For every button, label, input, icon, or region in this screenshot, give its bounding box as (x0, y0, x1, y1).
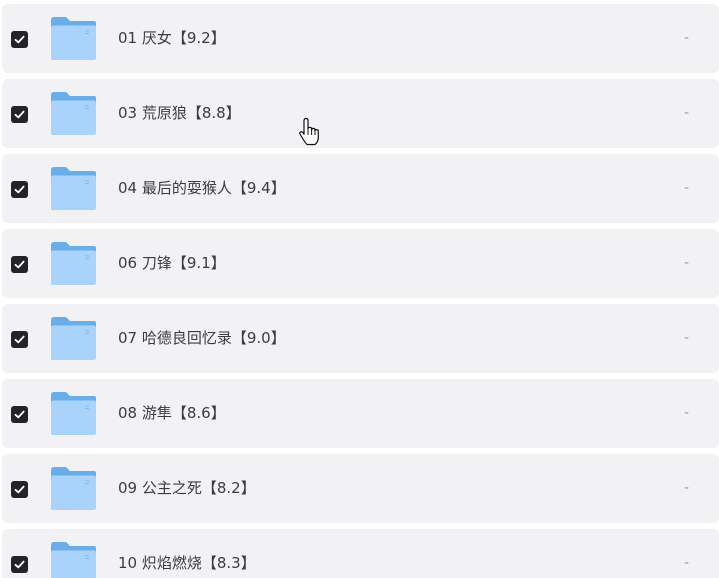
list-item[interactable]: 06 刀锋【9.1】 - (2, 229, 719, 298)
file-name[interactable]: 09 公主之死【8.2】 (118, 478, 256, 498)
file-size: - (683, 180, 689, 196)
list-item[interactable]: 07 哈德良回忆录【9.0】 - (2, 304, 719, 373)
checkmark-icon (14, 110, 25, 119)
file-size: - (683, 330, 689, 346)
hand-pointer-icon (299, 117, 319, 146)
checkbox[interactable] (11, 181, 28, 198)
checkbox[interactable] (11, 256, 28, 273)
list-item[interactable]: 04 最后的耍猴人【9.4】 - (2, 154, 719, 223)
file-size: - (683, 555, 689, 571)
folder-icon (51, 392, 96, 435)
list-item[interactable]: 08 游隼【8.6】 - (2, 379, 719, 448)
checkmark-icon (14, 185, 25, 194)
list-item[interactable]: 03 荒原狼【8.8】 - (2, 79, 719, 148)
folder-icon (51, 92, 96, 135)
file-name[interactable]: 04 最后的耍猴人【9.4】 (118, 178, 286, 198)
checkmark-icon (14, 560, 25, 569)
checkmark-icon (14, 35, 25, 44)
checkbox[interactable] (11, 481, 28, 498)
folder-icon (51, 17, 96, 60)
checkmark-icon (14, 335, 25, 344)
file-name[interactable]: 01 厌女【9.2】 (118, 28, 226, 48)
file-size: - (683, 480, 689, 496)
list-item[interactable]: 10 炽焰燃烧【8.3】 - (2, 529, 719, 578)
list-item[interactable]: 09 公主之死【8.2】 - (2, 454, 719, 523)
folder-icon (51, 242, 96, 285)
checkmark-icon (14, 485, 25, 494)
checkbox[interactable] (11, 331, 28, 348)
file-name[interactable]: 06 刀锋【9.1】 (118, 253, 226, 273)
checkmark-icon (14, 410, 25, 419)
file-name[interactable]: 08 游隼【8.6】 (118, 403, 226, 423)
checkbox[interactable] (11, 556, 28, 573)
folder-icon (51, 542, 96, 578)
list-item[interactable]: 01 厌女【9.2】 - (2, 4, 719, 73)
folder-icon (51, 167, 96, 210)
file-size: - (683, 255, 689, 271)
file-list: 01 厌女【9.2】 - 03 荒原狼【8.8】 - 04 最后的耍猴人【9.4… (0, 0, 719, 578)
file-size: - (683, 30, 689, 46)
checkmark-icon (14, 260, 25, 269)
file-name[interactable]: 03 荒原狼【8.8】 (118, 103, 241, 123)
checkbox[interactable] (11, 106, 28, 123)
file-size: - (683, 405, 689, 421)
checkbox[interactable] (11, 406, 28, 423)
folder-icon (51, 467, 96, 510)
checkbox[interactable] (11, 31, 28, 48)
file-size: - (683, 105, 689, 121)
file-name[interactable]: 07 哈德良回忆录【9.0】 (118, 328, 286, 348)
file-name[interactable]: 10 炽焰燃烧【8.3】 (118, 553, 256, 573)
folder-icon (51, 317, 96, 360)
